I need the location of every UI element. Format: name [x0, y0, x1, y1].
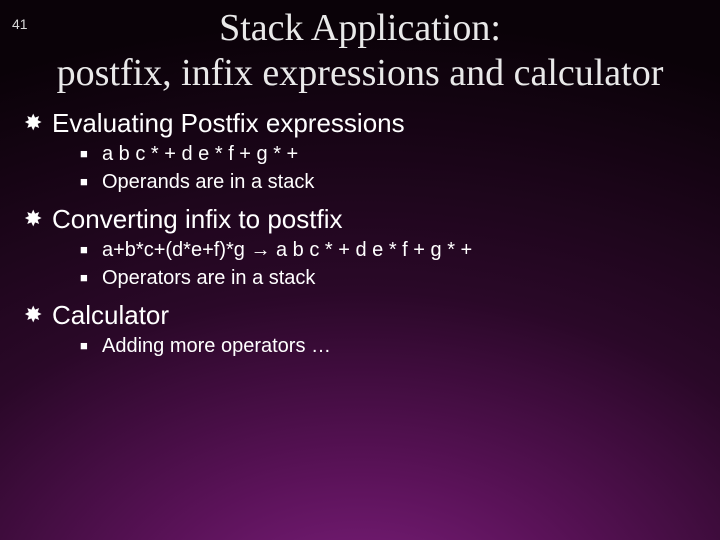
slide-number: 41	[12, 16, 28, 32]
asterisk-icon: ✸	[24, 204, 52, 234]
sub-list: ■ a b c * + d e * f + g * + ■ Operands a…	[80, 142, 696, 194]
list-text: Adding more operators …	[102, 334, 331, 358]
list-text: a+b*c+(d*e+f)*g → a b c * + d e * f + g …	[102, 238, 472, 262]
section-heading: Converting infix to postfix	[52, 204, 342, 234]
square-icon: ■	[80, 238, 102, 262]
slide-title: Stack Application:postfix, infix express…	[40, 6, 680, 96]
list-item: ✸ Calculator	[24, 300, 696, 330]
section-heading: Evaluating Postfix expressions	[52, 108, 405, 138]
section-heading: Calculator	[52, 300, 169, 330]
list-text: Operands are in a stack	[102, 170, 314, 194]
square-icon: ■	[80, 266, 102, 290]
square-icon: ■	[80, 170, 102, 194]
square-icon: ■	[80, 142, 102, 166]
asterisk-icon: ✸	[24, 300, 52, 330]
list-item: ■ Operands are in a stack	[80, 170, 696, 194]
sub-list: ■ Adding more operators …	[80, 334, 696, 358]
list-item: ■ a b c * + d e * f + g * +	[80, 142, 696, 166]
list-item: ■ Adding more operators …	[80, 334, 696, 358]
list-text: Operators are in a stack	[102, 266, 315, 290]
list-item: ■ Operators are in a stack	[80, 266, 696, 290]
asterisk-icon: ✸	[24, 108, 52, 138]
list-text: a b c * + d e * f + g * +	[102, 142, 298, 166]
sub-list: ■ a+b*c+(d*e+f)*g → a b c * + d e * f + …	[80, 238, 696, 290]
list-item: ✸ Evaluating Postfix expressions	[24, 108, 696, 138]
list-item: ✸ Converting infix to postfix	[24, 204, 696, 234]
square-icon: ■	[80, 334, 102, 358]
slide-content: ✸ Evaluating Postfix expressions ■ a b c…	[24, 108, 696, 358]
list-item: ■ a+b*c+(d*e+f)*g → a b c * + d e * f + …	[80, 238, 696, 262]
